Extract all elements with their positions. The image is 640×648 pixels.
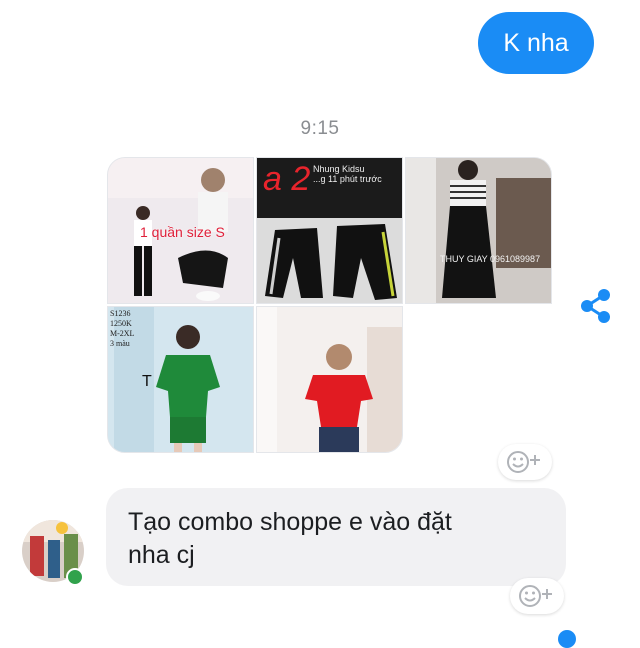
photo-1-caption: 1 quần size S <box>140 224 225 240</box>
photo-1[interactable]: 1 quần size S <box>107 157 254 304</box>
share-button[interactable] <box>576 286 616 326</box>
add-reaction-button-photos[interactable] <box>498 444 552 480</box>
photo-4-mark: T <box>142 373 152 390</box>
add-reaction-icon <box>519 585 552 607</box>
share-icon <box>581 289 610 323</box>
add-reaction-button-message[interactable] <box>510 578 564 614</box>
received-message-bubble[interactable]: Tạo combo shoppe e vào đặt nha cj <box>106 488 566 586</box>
photo-4[interactable]: S1236 1250K M-2XL 3 màu T <box>107 306 254 453</box>
sent-message-bubble[interactable]: K nha <box>478 12 594 74</box>
seen-indicator <box>558 630 576 648</box>
photo-5[interactable] <box>256 306 403 453</box>
photo-3-caption: THUY GIAY 0961089987 <box>440 254 541 264</box>
photo-2-caption: Nhung Kidsu ...g 11 phút trước <box>313 164 382 184</box>
online-status-indicator <box>66 568 84 586</box>
photo-red-polo-icon <box>257 307 402 452</box>
received-message-line-2: nha cj <box>128 541 195 569</box>
message-timestamp: 9:15 <box>300 118 340 139</box>
received-message-line-1: Tạo combo shoppe e vào đặt <box>128 508 452 536</box>
photo-2-overlay-text: a 2 <box>263 160 311 198</box>
photo-striped-dress-icon <box>406 158 551 303</box>
photo-3[interactable]: THUY GIAY 0961089987 <box>405 157 552 304</box>
sent-message-text: K nha <box>503 28 569 57</box>
photo-2[interactable]: a 2 Nhung Kidsu ...g 11 phút trước <box>256 157 403 304</box>
add-reaction-icon <box>507 451 540 473</box>
photo-4-caption: S1236 1250K M-2XL 3 màu <box>110 309 135 348</box>
